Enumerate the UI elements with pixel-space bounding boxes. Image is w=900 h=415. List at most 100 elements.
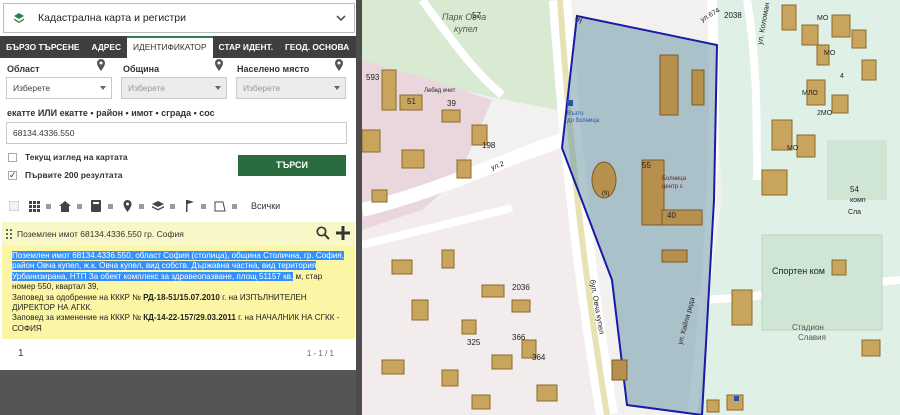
caret-down-icon [334,86,340,90]
poi-label: (9) [602,191,609,197]
map-canvas[interactable]: Парк Овча купел 57 2038 бу ул.674 ул. Ко… [362,0,900,415]
region-select-value: Изберете [13,83,51,93]
all-filter-label[interactable]: Всички [251,201,280,211]
building [659,54,679,116]
identifier-label: екатте ИЛИ екатте • район • имот • сград… [7,108,215,118]
survey-flag-icon[interactable] [183,200,195,212]
poi-marker-icon[interactable] [567,100,573,106]
tab-old-identifier[interactable]: СТАР ИДЕНТ. [213,36,280,58]
tab-identifier[interactable]: ИДЕНТИФИКАТОР [127,36,213,58]
separator-dot [201,203,206,209]
location-pin-icon[interactable] [97,59,105,71]
street-label: бу [575,16,583,24]
settlement-select[interactable]: Изберете [236,77,346,99]
poi-label: Възто [567,111,584,117]
first-200-option[interactable]: ✓ Първите 200 резултата [8,170,122,180]
parcel-number-label: 57 [472,11,481,20]
building-label: МО [824,50,836,57]
location-pin-icon[interactable] [215,59,223,71]
current-view-option[interactable]: Текущ изглед на картата [8,152,128,162]
grid-drag-icon[interactable] [8,200,20,212]
page-info: 1 - 1 / 1 [306,349,334,358]
street-label: Лебед ечит [424,88,456,94]
result-title: Поземлен имот 68134.4336.550 гр. София [17,229,184,239]
change-prefix: Заповед за изменение на КККР № [12,313,144,323]
layers-icon [14,13,24,23]
object-type-filter-bar: Всички [0,194,356,218]
separator-dot [232,203,237,209]
parcel-number-label: 325 [467,338,481,347]
parcel-number-label: 364 [532,353,546,362]
result-header[interactable]: Поземлен имот 68134.4336.550 гр. София [2,222,355,246]
zoom-to-result-icon[interactable] [316,226,330,240]
tab-address[interactable]: АДРЕС [85,36,127,58]
parcel-number-label: 55 [642,161,651,170]
parcel-number-label: 51 [407,97,416,106]
change-code: КД-14-22-157/29.03.2011 [143,313,236,323]
caret-down-icon [100,86,106,90]
parcel-number-label: 2036 [512,283,530,292]
first-200-label: Първите 200 резултата [25,170,123,180]
parcel-number-label: 54 [850,185,859,194]
poi-label: Сла [848,209,861,216]
approval-prefix: Заповед за одобрение на КККР № [12,292,144,302]
identifier-input-value: 68134.4336.550 [13,128,75,138]
separator-dot [139,203,144,209]
search-panel: Кадастрална карта и регистри БЪРЗО ТЪРСЕ… [0,0,356,415]
building [691,69,705,106]
building [661,249,688,263]
building-home-icon[interactable] [59,200,71,212]
parcel-number-label: 366 [512,333,526,342]
stadium-label: Славия [798,333,826,342]
building-label: МО [787,145,799,152]
building-label: 2МО [817,110,833,117]
settlement-select-value: Изберете [243,83,281,93]
building [611,359,628,381]
approval-code: РД-18-51/15.07.2010 [143,292,220,302]
current-view-checkbox[interactable] [8,152,17,162]
poi-marker-icon[interactable] [734,396,739,401]
current-view-label: Текущ изглед на картата [25,152,128,162]
stadium-label: Стадион [792,323,824,332]
settlement-label: Населено място [237,64,310,74]
municipality-select-value: Изберете [128,83,166,93]
identifier-input[interactable]: 68134.4336.550 [6,122,347,144]
page-number[interactable]: 1 [18,348,24,359]
tab-quick-search[interactable]: БЪРЗО ТЪРСЕНЕ [0,36,85,58]
location-marker-icon[interactable] [121,200,133,212]
layer-selector-label: Кадастрална карта и регистри [38,12,186,24]
parcel-number-label: 198 [482,141,496,150]
separator-dot [46,203,51,209]
calculator-icon[interactable] [90,200,102,212]
pagination: 1 1 - 1 / 1 [0,341,356,367]
search-button[interactable]: ТЪРСИ [238,155,346,176]
drag-handle-icon[interactable] [6,229,13,239]
polygon-select-icon[interactable] [214,200,226,212]
result-description: Поземлен имот 68134.4336.550, област Соф… [2,246,355,339]
building-label: МО [817,15,829,22]
park-label-2: купел [454,24,477,34]
parcel-grid-icon[interactable] [28,200,40,212]
separator-dot [108,203,113,209]
parcel-number-label: 593 [366,73,380,82]
municipality-label: Община [123,64,160,74]
region-label: Област [7,64,40,74]
poi-label: Болница [662,176,687,182]
sports-label: Спортен ком [772,266,825,276]
poi-label: комп [850,197,866,204]
chevron-down-icon[interactable] [334,11,348,25]
layer-selector[interactable]: Кадастрална карта и регистри [3,3,355,33]
tab-geodetic-base[interactable]: ГЕОД. ОСНОВА [279,36,355,58]
parcel-number-label: 39 [447,99,456,108]
municipality-select[interactable]: Изберете [121,77,227,99]
search-tabs: БЪРЗО ТЪРСЕНЕ АДРЕС ИДЕНТИФИКАТОР СТАР И… [0,36,356,58]
panel-footer [0,370,356,415]
add-result-icon[interactable] [334,224,352,242]
region-select[interactable]: Изберете [6,77,112,99]
parcel-number-label: 2038 [724,11,742,20]
location-pin-icon[interactable] [335,59,343,71]
layers-stack-icon[interactable] [152,200,164,212]
building-label: 4 [840,73,844,80]
cadastral-map[interactable]: Парк Овча купел 57 2038 бу ул.674 ул. Ко… [362,0,900,415]
first-200-checkbox[interactable]: ✓ [8,170,17,180]
